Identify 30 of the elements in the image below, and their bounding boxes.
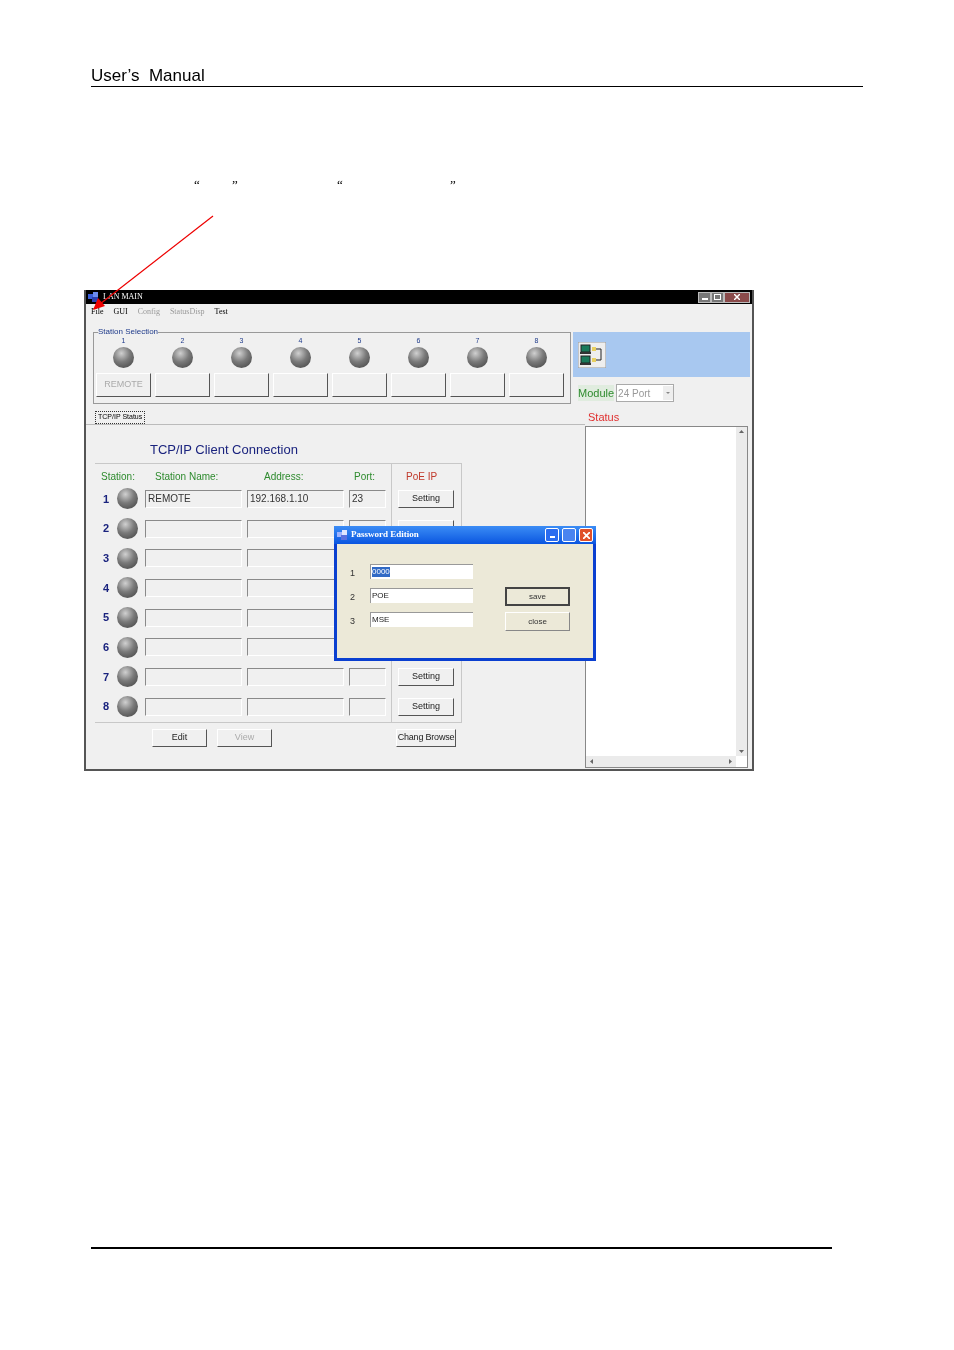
station-number: 7 [103, 669, 111, 685]
field-number: 3 [350, 614, 356, 628]
station-number: 5 [103, 610, 111, 626]
column-header: Station: [101, 470, 136, 484]
column-header: PoE IP [406, 470, 438, 484]
station-number: 8 [103, 699, 111, 715]
page-header: User’s Manual [91, 66, 205, 85]
column-header: Station Name: [155, 470, 220, 484]
section-title: TCP/IP Client Connection [150, 442, 298, 457]
station-number: 4 [103, 580, 111, 596]
quote-mark: ” [232, 176, 238, 194]
quote-mark: ” [450, 176, 456, 194]
field-number: 1 [350, 566, 356, 580]
station-number: 3 [103, 550, 111, 566]
dropdown-value: 24 Port [617, 386, 652, 401]
field-value: 0000 [372, 567, 390, 577]
quote-mark: “ [337, 176, 343, 194]
column-header: Port: [354, 470, 377, 484]
dialog-title: Password Edition [351, 528, 419, 542]
quote-mark: “ [194, 176, 200, 194]
field-number: 2 [350, 590, 356, 604]
field-value: MSE [372, 615, 390, 625]
module-label: Module [578, 384, 615, 402]
field-value: POE [372, 591, 389, 601]
column-header: Address: [264, 470, 305, 484]
group-label: Station Selection [98, 327, 159, 337]
station-number: 1 [103, 491, 111, 507]
station-number: 2 [103, 521, 111, 537]
station-number: 6 [103, 640, 111, 656]
status-label: Status [588, 411, 620, 424]
